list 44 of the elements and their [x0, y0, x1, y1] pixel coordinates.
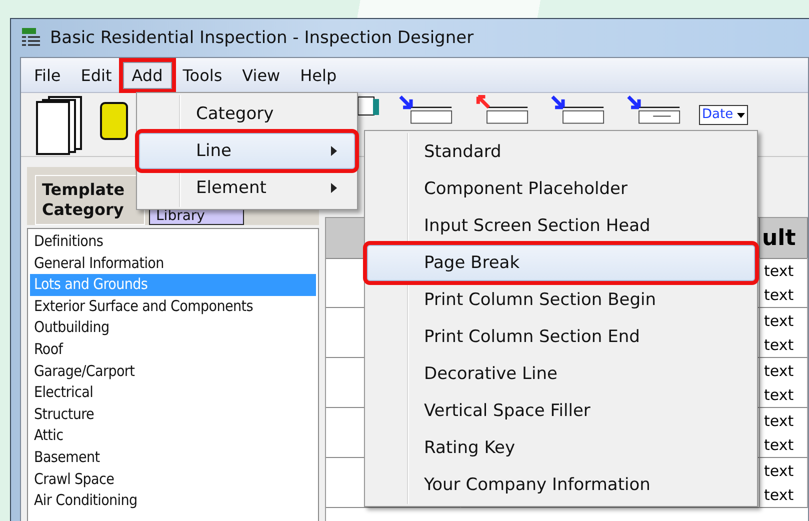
menu-item[interactable]: Category	[139, 96, 355, 132]
menu-item[interactable]: Input Screen Section Head	[367, 208, 755, 244]
list-item[interactable]: General Information	[30, 252, 316, 274]
document-stack-icon[interactable]	[35, 95, 85, 155]
menu-item[interactable]: Decorative Line	[367, 356, 755, 392]
cell-text: text	[763, 361, 795, 382]
cell-text: text	[763, 285, 795, 306]
list-item[interactable]: Roof	[30, 338, 316, 361]
list-item[interactable]: Crawl Space	[30, 468, 316, 490]
list-item[interactable]: Exterior Surface and Components	[30, 296, 316, 318]
cell-text: text	[763, 261, 795, 282]
window-title: Basic Residential Inspection - Inspection Designer	[50, 28, 474, 48]
menu-item[interactable]: Print Column Section End	[367, 319, 755, 355]
list-item[interactable]: Attic	[30, 425, 316, 447]
menu-item[interactable]: Component Placeholder	[367, 171, 755, 207]
menu-item[interactable]: Rating Key	[367, 430, 755, 466]
menu-item[interactable]: Help	[291, 62, 346, 88]
menu-item[interactable]: File	[25, 62, 70, 88]
cell-text: text	[763, 385, 795, 406]
menu-item[interactable]: Vertical Space Filler	[367, 393, 755, 429]
category-list[interactable]: Definitions General Information Lots and Grounds Exterior Surface and Components Outbuilding Roof Garage/Carport Electrical Structure Attic Basement Crawl Space Air Conditioning	[27, 228, 319, 521]
cell-text: text	[763, 461, 795, 482]
menu-item[interactable]: Edit	[72, 62, 121, 88]
cell-text: text	[763, 435, 795, 456]
list-item[interactable]: Structure	[30, 404, 316, 426]
cell-text: text	[763, 311, 795, 332]
menu-item[interactable]: Standard	[367, 134, 755, 170]
list-item[interactable]: Electrical	[30, 382, 316, 404]
list-item[interactable]: Outbuilding	[30, 317, 316, 339]
menu-item[interactable]: View	[233, 62, 290, 88]
menu-item[interactable]: Tools	[174, 62, 232, 88]
cell-text: text	[763, 335, 795, 356]
column-header: ult	[761, 226, 796, 250]
list-item[interactable]: Definitions	[30, 231, 316, 253]
app-icon	[20, 27, 42, 49]
list-item[interactable]: Garage/Carport	[30, 360, 316, 382]
menu-item[interactable]: Print Column Section Begin	[367, 282, 755, 318]
cell-text: text	[763, 411, 795, 432]
menu-item[interactable]: Your Company Information	[367, 467, 755, 503]
list-item[interactable]: Air Conditioning	[30, 490, 316, 512]
date-dropdown[interactable]: Date	[699, 105, 748, 125]
list-item[interactable]: Basement	[30, 446, 316, 469]
tab[interactable]: Template Category	[35, 175, 145, 225]
cell-text: text	[763, 485, 795, 506]
